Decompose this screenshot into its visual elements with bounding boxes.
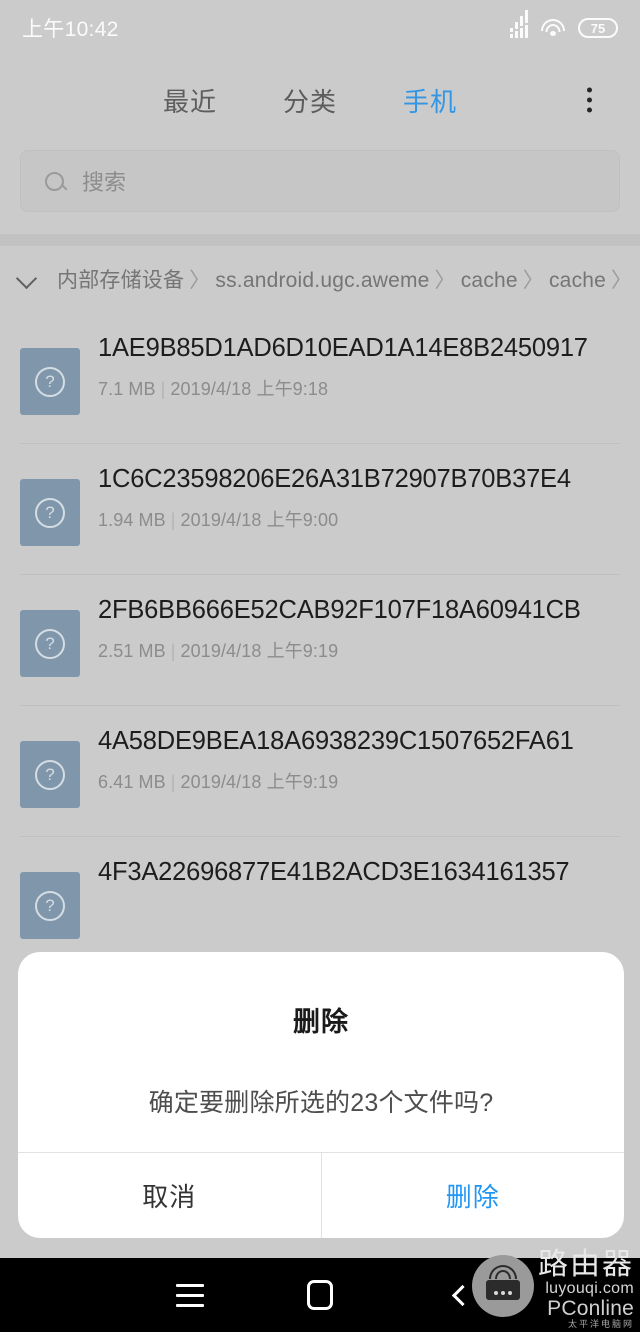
watermark-brand: 路由器	[538, 1247, 634, 1281]
home-icon[interactable]	[290, 1265, 350, 1325]
phone-screen: 上午10:42 75 最近 分类 手机 搜索 内部存储设备 〉 ss.andro…	[0, 0, 640, 1332]
dialog-message: 确定要删除所选的23个文件吗?	[148, 1089, 494, 1117]
cancel-button[interactable]: 取消	[18, 1153, 321, 1238]
watermark-url: luyouqi.com	[545, 1280, 634, 1298]
delete-button[interactable]: 删除	[320, 1153, 625, 1238]
menu-icon[interactable]	[160, 1265, 220, 1325]
navigation-bar: 路由器 luyouqi.com PConline 太平洋电脑网	[0, 1249, 640, 1332]
dialog-body: 删除 确定要删除所选的23个文件吗?	[18, 952, 624, 1152]
dialog-title: 删除	[293, 1007, 349, 1037]
watermark-pconline: PConline	[547, 1297, 634, 1321]
watermark-pconline-cn: 太平洋电脑网	[567, 1319, 634, 1330]
dialog-actions: 取消 删除	[18, 1152, 624, 1238]
watermark-text: 路由器 luyouqi.com PConline 太平洋电脑网	[534, 1249, 634, 1330]
watermark: 路由器 luyouqi.com PConline 太平洋电脑网	[472, 1249, 634, 1330]
delete-confirm-dialog: 删除 确定要删除所选的23个文件吗? 取消 删除	[18, 952, 624, 1238]
router-icon	[472, 1254, 534, 1317]
